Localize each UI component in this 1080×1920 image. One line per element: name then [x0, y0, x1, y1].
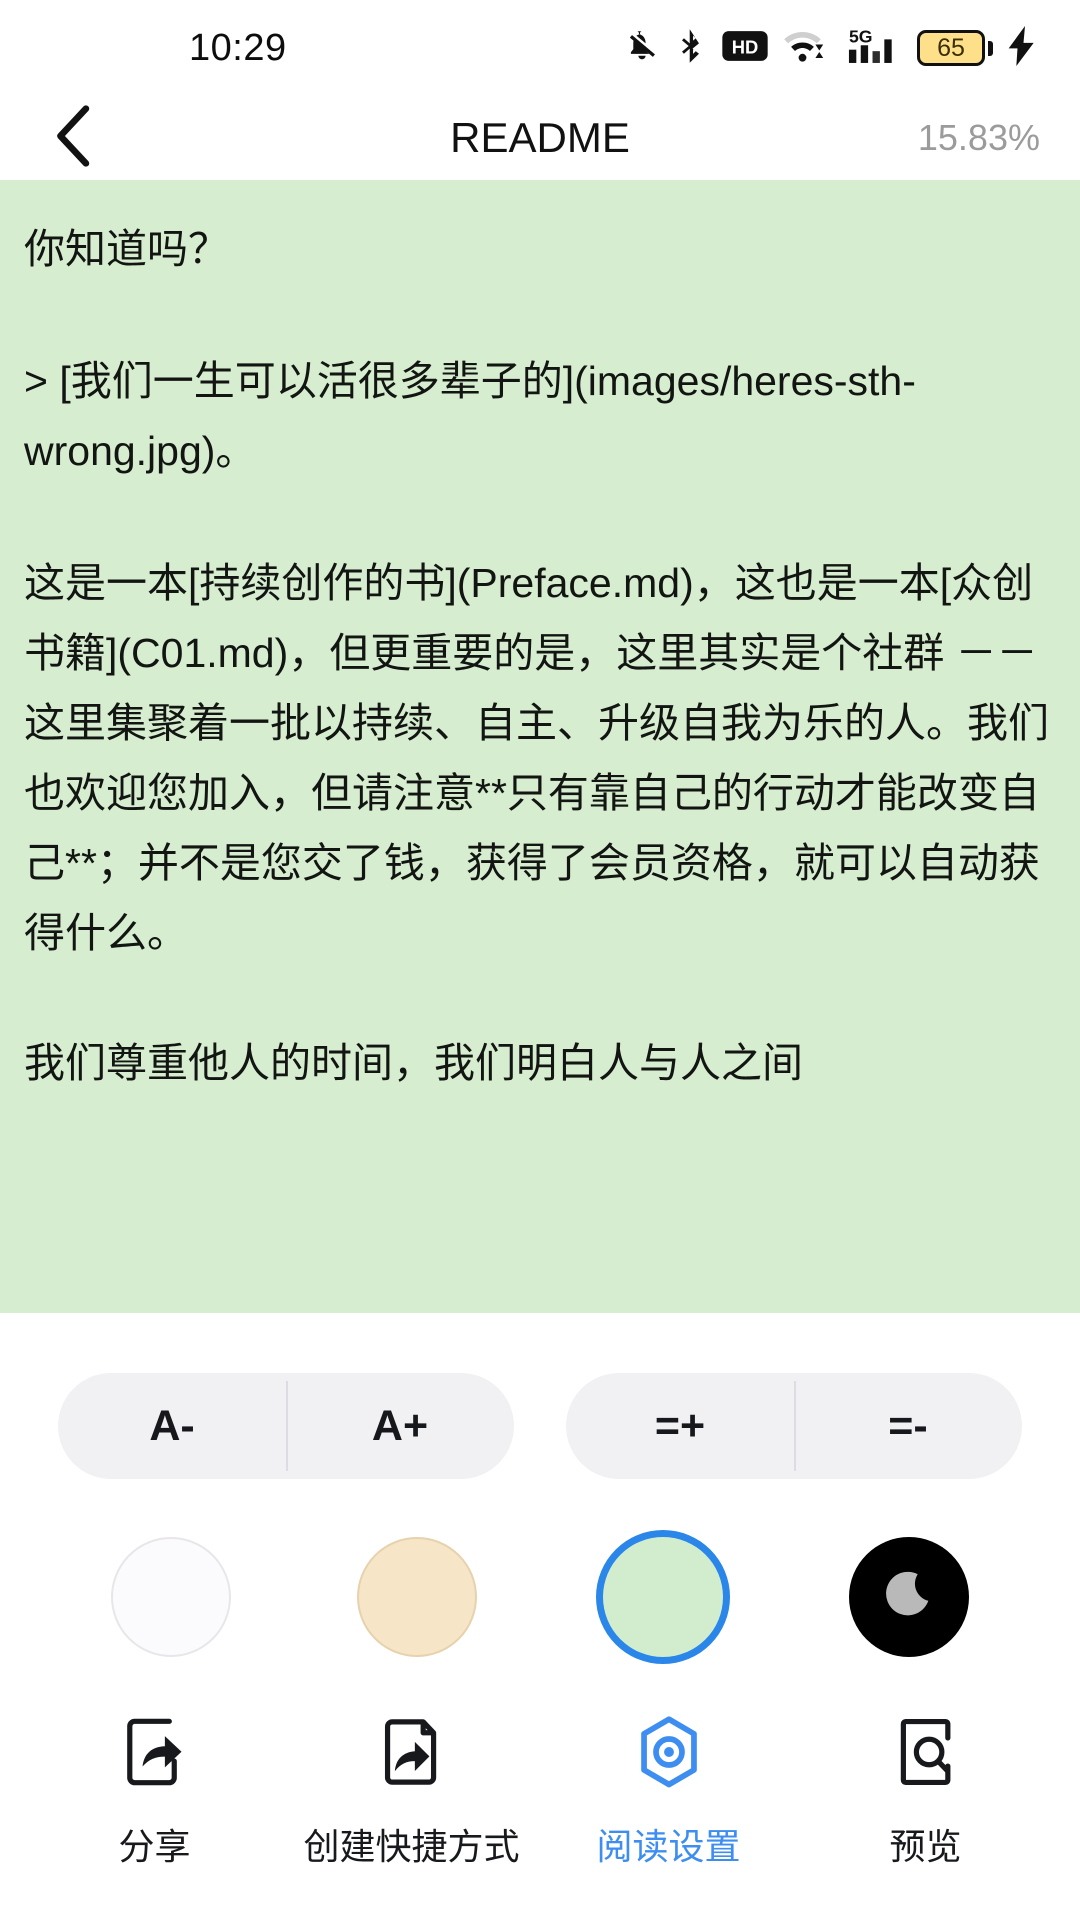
back-chevron-icon: [52, 104, 98, 172]
share-button[interactable]: 分享: [26, 1713, 283, 1870]
theme-green-swatch[interactable]: [603, 1537, 723, 1657]
stepper-row: A- A+ =+ =-: [0, 1373, 1080, 1479]
paragraph-quote: > [我们一生可以活很多辈子的](images/heres-sth-wrong.…: [24, 358, 916, 474]
preview-label: 预览: [889, 1826, 962, 1867]
line-spacing-increase-button[interactable]: =+: [566, 1373, 794, 1479]
battery-body: 65: [917, 30, 985, 66]
paragraph-heading: 你知道吗？: [24, 226, 229, 272]
status-icons: HD 5G 65: [624, 25, 1036, 71]
create-shortcut-label: 创建快捷方式: [303, 1826, 520, 1867]
bell-mute-icon: [624, 28, 660, 69]
create-shortcut-button[interactable]: 创建快捷方式: [283, 1713, 540, 1870]
font-size-segment: A- A+: [58, 1373, 514, 1479]
app-bar: README 15.83%: [0, 96, 1080, 180]
reader-content[interactable]: 你知道吗？ > [我们一生可以活很多辈子的](images/heres-sth-…: [0, 180, 1080, 1313]
reading-settings-label: 阅读设置: [596, 1826, 741, 1867]
battery-cap: [988, 40, 993, 56]
paragraph-tail: 我们尊重他人的时间，我们明白人与人之间: [24, 1040, 803, 1086]
wifi-icon: [783, 27, 831, 70]
theme-swatch-row: [0, 1479, 1080, 1657]
bottom-toolbar: 分享 创建快捷方式 阅读设置 预览: [0, 1657, 1080, 1870]
hd-icon: HD: [722, 29, 768, 68]
preview-button[interactable]: 预览: [797, 1713, 1054, 1870]
font-increase-button[interactable]: A+: [286, 1373, 514, 1479]
back-button[interactable]: [40, 103, 110, 173]
line-height-segment: =+ =-: [566, 1373, 1022, 1479]
reading-progress[interactable]: 15.83%: [918, 117, 1040, 159]
phone-screen: 10:29 HD 5G 65 README 15.83% 你知道吗？ > [我们…: [0, 0, 1080, 1920]
reading-settings-panel: A- A+ =+ =- 分享 创建快捷方式 阅读设置 预览: [0, 1313, 1080, 1920]
svg-text:HD: HD: [732, 36, 759, 57]
svg-text:5G: 5G: [849, 26, 873, 46]
settings-hex-icon: [630, 1713, 708, 1796]
font-decrease-button[interactable]: A-: [58, 1373, 286, 1479]
reading-settings-button[interactable]: 阅读设置: [540, 1713, 797, 1870]
moon-icon: [880, 1566, 938, 1629]
shortcut-icon: [373, 1713, 451, 1796]
line-spacing-decrease-button[interactable]: =-: [794, 1373, 1022, 1479]
theme-white-swatch[interactable]: [111, 1537, 231, 1657]
paragraph-body: 这是一本[持续创作的书](Preface.md)，这也是一本[众创书籍](C01…: [24, 560, 1049, 956]
status-bar: 10:29 HD 5G 65: [0, 0, 1080, 96]
bluetooth-icon: [675, 28, 707, 69]
battery-level: 65: [937, 33, 965, 62]
theme-sepia-swatch[interactable]: [357, 1537, 477, 1657]
signal-5g-icon: 5G: [846, 26, 902, 71]
share-label: 分享: [118, 1826, 191, 1867]
preview-search-icon: [887, 1713, 965, 1796]
share-icon: [116, 1713, 194, 1796]
battery-indicator: 65: [917, 30, 993, 66]
status-time: 10:29: [189, 26, 287, 69]
charging-bolt-icon: [1008, 25, 1036, 71]
theme-dark-swatch[interactable]: [849, 1537, 969, 1657]
